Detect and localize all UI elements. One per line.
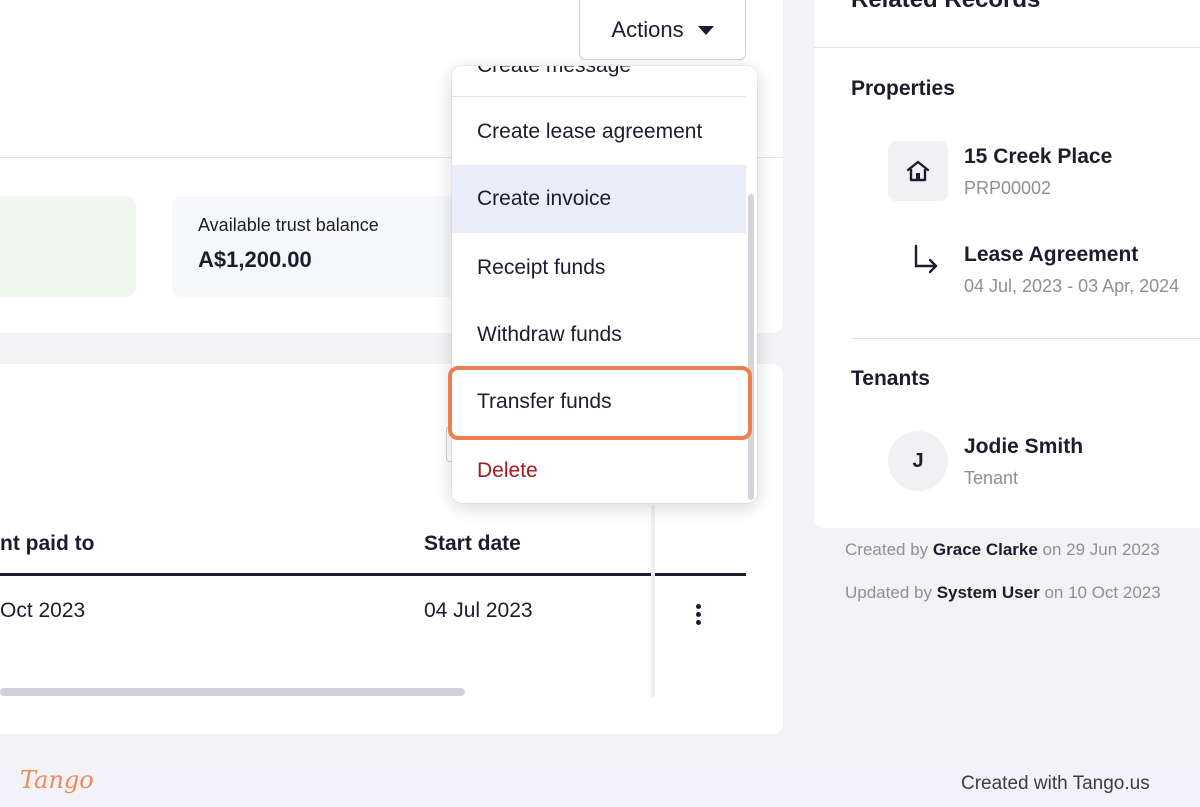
property-name-link[interactable]: 15 Creek Place (964, 145, 1112, 169)
menu-item-receipt-funds[interactable]: Receipt funds (452, 234, 746, 302)
menu-scrollbar-thumb[interactable] (748, 194, 754, 500)
balance-card-partial (0, 196, 136, 297)
trust-balance-value: A$1,200.00 (198, 247, 312, 272)
actions-button[interactable]: Actions (579, 0, 746, 60)
table-cell-start-date: 04 Jul 2023 (424, 599, 533, 622)
horizontal-scrollbar-thumb[interactable] (0, 688, 465, 696)
updated-by-user: System User (936, 583, 1040, 602)
created-prefix: Created by (845, 540, 929, 559)
menu-item-withdraw-funds[interactable]: Withdraw funds (452, 301, 746, 369)
tenants-heading: Tenants (851, 367, 930, 390)
related-records-title: Related Records (851, 0, 1040, 14)
footer-credit: Created with Tango.us (961, 773, 1150, 794)
created-on-date: on 29 Jun 2023 (1042, 540, 1160, 559)
tenant-name-link[interactable]: Jodie Smith (964, 435, 1083, 459)
column-separator (651, 505, 655, 697)
lease-dates: 04 Jul, 2023 - 03 Apr, 2024 (964, 276, 1180, 296)
actions-dropdown-menu: Create message Create lease agreement Cr… (452, 66, 757, 503)
divider (851, 338, 1200, 339)
menu-item-transfer-funds[interactable]: Transfer funds (452, 368, 746, 436)
divider (814, 47, 1200, 48)
menu-item-create-message[interactable]: Create message (452, 66, 746, 100)
menu-item-delete[interactable]: Delete (452, 437, 746, 503)
house-icon (888, 141, 948, 201)
actions-button-label: Actions (611, 16, 684, 42)
property-code: PRP00002 (964, 178, 1052, 198)
trust-balance-label: Available trust balance (198, 215, 379, 235)
avatar: J (888, 431, 948, 491)
table-cell-paid-to: Oct 2023 (0, 599, 86, 622)
menu-divider (452, 96, 746, 97)
row-more-icon[interactable] (686, 597, 710, 631)
tenant-role: Tenant (964, 468, 1019, 488)
column-header-start-date[interactable]: Start date (424, 532, 521, 556)
updated-on-date: on 10 Oct 2023 (1044, 583, 1161, 602)
tango-logo: Tango (20, 766, 94, 794)
created-by-user: Grace Clarke (932, 540, 1038, 559)
properties-heading: Properties (851, 77, 955, 100)
menu-item-create-invoice[interactable]: Create invoice (452, 165, 746, 233)
column-header-paid-to[interactable]: nt paid to (0, 532, 94, 556)
updated-by-meta: Updated by System User on 10 Oct 2023 (845, 583, 1161, 603)
menu-item-create-lease-agreement[interactable]: Create lease agreement (452, 98, 746, 166)
created-by-meta: Created by Grace Clarke on 29 Jun 2023 (845, 540, 1160, 560)
caret-down-icon (697, 26, 714, 35)
updated-prefix: Updated by (845, 583, 932, 602)
table-header-rule (0, 573, 746, 576)
lease-agreement-link[interactable]: Lease Agreement (964, 243, 1138, 267)
arrow-down-right-icon (904, 240, 944, 280)
